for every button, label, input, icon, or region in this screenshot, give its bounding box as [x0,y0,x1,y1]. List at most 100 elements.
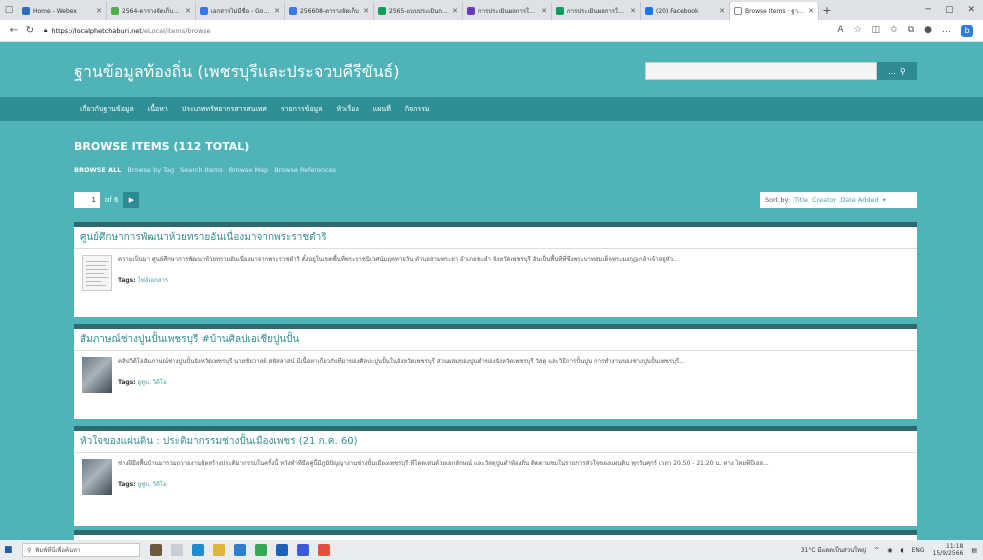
pagination: 1 of 6 ▶ [74,192,140,208]
windows-start-icon[interactable]: ■ [4,545,16,555]
maximize-icon[interactable]: ▢ [945,5,954,15]
browser-tab[interactable]: 2564-ตารางจัดเก็บข้อมูล ✕ [107,2,196,20]
site-title[interactable]: ฐานข้อมูลท้องถิ่น (เพชรบุรีและประจวบคีรี… [74,60,400,85]
item-thumbnail[interactable] [82,255,112,291]
browser-tab[interactable]: Home - Webex ✕ [18,2,107,20]
item-thumbnail[interactable] [82,459,112,495]
tab-close-icon[interactable]: ✕ [541,7,547,15]
network-icon[interactable]: ◉ [887,547,892,554]
primary-nav: เกี่ยวกับฐานข้อมูล เนื้อหา ประเภททรัพยากรส… [0,97,983,121]
sort-direction-icon[interactable]: ▾ [883,196,886,204]
tab-actions-icon[interactable]: ▢ [0,0,18,20]
browser-tab[interactable]: การประเมินผลการใช้งาน ✕ [552,2,641,20]
file-explorer-icon[interactable] [213,544,225,556]
page-number-input[interactable]: 1 [74,192,100,208]
tab-favicon-icon [289,7,297,15]
tag-link[interactable]: ยูทูบ, วิดีโอ [138,379,167,386]
widget-icon[interactable] [150,544,162,556]
browse-subnav-link[interactable]: Browse Map [229,166,268,174]
chrome-icon[interactable] [255,544,267,556]
clock[interactable]: 11:18 15/9/2566 [933,543,964,557]
tab-close-icon[interactable]: ✕ [452,7,458,15]
sort-date-added-link[interactable]: Date Added [840,196,878,204]
favorites-bar-icon[interactable]: ✩ [890,25,898,37]
edge-sidebar-icon[interactable]: b [961,24,973,37]
nav-item[interactable]: เนื้อหา [148,104,168,115]
sort-title-link[interactable]: Title [794,196,808,204]
item-title-link[interactable]: ศูนย์ศึกษาการพัฒนาห้วยทรายอันเนื่องมาจาก… [74,227,917,249]
item-tags: Tags: ยูทูบ, วิดีโอ [118,377,909,387]
notifications-icon[interactable]: ▤ [971,547,977,554]
browser-tab[interactable]: 2565-แบบประเมินการสำ ✕ [374,2,463,20]
tab-title: เอกสารไม่มีชื่อ - Google [211,8,272,15]
tab-close-icon[interactable]: ✕ [363,7,369,15]
nav-item[interactable]: ประเภททรัพยากรสารสนเทศ [182,104,267,115]
read-aloud-icon[interactable]: A [837,25,843,37]
browse-subnav-link[interactable]: BROWSE ALL [74,166,121,174]
edge-browser-icon[interactable] [192,544,204,556]
collections-icon[interactable]: ⧉ [908,25,914,37]
tag-link[interactable]: ไฟล์เอกสาร [138,277,168,284]
tab-close-icon[interactable]: ✕ [719,7,725,15]
tab-close-icon[interactable]: ✕ [630,7,636,15]
split-screen-icon[interactable]: ◫ [872,25,881,37]
taskbar-search-input[interactable]: ⚲ พิมพ์ที่นี่เพื่อค้นหา [22,543,140,557]
new-tab-button[interactable]: + [819,4,835,17]
word-icon[interactable] [276,544,288,556]
volume-icon[interactable]: ◖ [900,547,903,554]
lock-icon: 🔒︎ [44,26,48,34]
close-window-icon[interactable]: ✕ [967,5,975,15]
nav-item[interactable]: เกี่ยวกับฐานข้อมูล [80,104,134,115]
search-icon: ⚲ [899,66,906,76]
reload-icon[interactable]: ↻ [22,25,38,36]
list-item-partial [74,530,917,540]
tab-title: Home - Webex [33,7,77,15]
language-indicator[interactable]: ENG [912,547,925,554]
browse-subnav-link[interactable]: Browse by Tag [127,166,174,174]
url-field[interactable]: 🔒︎ https://localphetchaburi.net/eLocal/i… [44,23,837,39]
item-thumbnail[interactable] [82,357,112,393]
browser-tab[interactable]: การประเมินผลการใช้ข้อมูล✕ [463,2,552,20]
browser-tab[interactable]: Browse Items · ฐานข้อ ✕ [730,2,819,20]
tab-title: การประเมินผลการใช้งาน [567,8,628,15]
tags-label: Tags: [118,379,136,386]
browser-tab[interactable]: (20) Facebook ✕ [641,2,730,20]
back-icon[interactable]: ← [6,25,22,36]
item-title-link[interactable]: หัวใจของแผ่นดิน : ประติมากรรมช่างปั้นเมื… [74,431,917,453]
more-icon[interactable]: … [942,25,951,37]
site-header: ฐานข้อมูลท้องถิ่น (เพชรบุรีและประจวบคีรี… [0,42,983,97]
browser-tab[interactable]: เอกสารไม่มีชื่อ - Google ✕ [196,2,285,20]
weather-widget[interactable]: 31°C มีแดดเป็นส่วนใหญ่ [801,545,866,555]
tab-favicon-icon [467,7,475,15]
item-description: คลิปวิดีโอสัมภาษณ์ช่างปูนปั้นจังหวัดเพชร… [118,358,685,365]
tab-close-icon[interactable]: ✕ [185,7,191,15]
nav-item[interactable]: หัวเรื่อง [336,104,358,115]
search-input[interactable] [645,62,877,80]
browse-subnav-link[interactable]: Search Items [180,166,223,174]
nav-item[interactable]: แผนที่ [373,104,391,115]
tab-close-icon[interactable]: ✕ [96,7,102,15]
tray-chevron-icon[interactable]: ^ [874,547,879,554]
app-icon[interactable] [318,544,330,556]
nav-item[interactable]: รายการข้อมูล [281,104,323,115]
minimize-icon[interactable]: ─ [926,5,931,15]
zoom-icon[interactable] [297,544,309,556]
sort-creator-link[interactable]: Creator [812,196,836,204]
url-path: /eLocal/items/browse [141,26,211,35]
nav-item[interactable]: กิจกรรม [405,104,430,115]
favorite-icon[interactable]: ☆ [854,25,862,37]
browser-tab[interactable]: 256608-ตารางจัดเก็บ ✕ [285,2,374,20]
profile-icon[interactable]: ● [924,25,932,37]
tab-close-icon[interactable]: ✕ [808,7,814,15]
browse-subnav-link[interactable]: Browse References [274,166,336,174]
taskbar-apps [150,544,330,556]
task-view-icon[interactable] [171,544,183,556]
browser-toolbar: A ☆ ◫ ✩ ⧉ ● … b [837,24,977,37]
mail-icon[interactable] [234,544,246,556]
list-item: ศูนย์ศึกษาการพัฒนาห้วยทรายอันเนื่องมาจาก… [74,222,917,317]
tag-link[interactable]: ยูทูบ, วิดีโอ [138,481,167,488]
next-page-button[interactable]: ▶ [123,192,140,208]
search-button[interactable]: ... ⚲ [877,62,917,80]
item-title-link[interactable]: สัมภาษณ์ช่างปูนปั้นเพชรบุรี #บ้านศิลปเอเ… [74,329,917,351]
tab-close-icon[interactable]: ✕ [274,7,280,15]
